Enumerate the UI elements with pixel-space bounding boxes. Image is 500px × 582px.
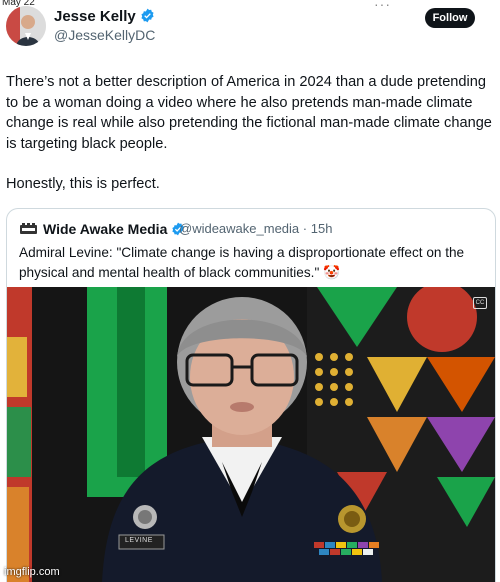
quote-author-handle[interactable]: @wideawake_media	[179, 221, 299, 236]
quoted-tweet[interactable]: Wide Awake Media @wideawake_media · 15h …	[6, 208, 496, 582]
imgflip-watermark: imgflip.com	[4, 566, 60, 578]
follow-button[interactable]: Follow	[425, 8, 475, 28]
quote-author-name[interactable]: Wide Awake Media	[43, 221, 185, 237]
author-name-text: Jesse Kelly	[54, 8, 136, 25]
video-frame	[7, 287, 495, 582]
more-options-icon[interactable]: ···	[374, 0, 391, 12]
tweet-body: There’s not a better description of Amer…	[6, 72, 494, 215]
tweet-paragraph: Honestly, this is perfect.	[6, 176, 160, 193]
separator-dot: ·	[302, 221, 311, 236]
video-nametag: LEVINE	[125, 537, 153, 544]
verified-badge-icon	[141, 8, 154, 23]
video-player[interactable]: LEVINE	[7, 287, 495, 582]
author-handle[interactable]: @JesseKellyDC	[54, 27, 155, 43]
quote-author-name-text: Wide Awake Media	[43, 221, 168, 237]
captions-icon[interactable]: CC	[473, 297, 487, 309]
wide-awake-media-logo-icon	[20, 223, 37, 234]
avatar-image	[6, 6, 46, 46]
quote-author-meta: @wideawake_media · 15h	[179, 221, 332, 236]
quote-timestamp[interactable]: 15h	[311, 221, 333, 236]
author-name[interactable]: Jesse Kelly	[54, 8, 155, 25]
quote-body: Admiral Levine: "Climate change is havin…	[19, 245, 465, 280]
tweet-paragraph: There’s not a better description of Amer…	[6, 74, 492, 152]
author-avatar[interactable]	[6, 6, 46, 46]
